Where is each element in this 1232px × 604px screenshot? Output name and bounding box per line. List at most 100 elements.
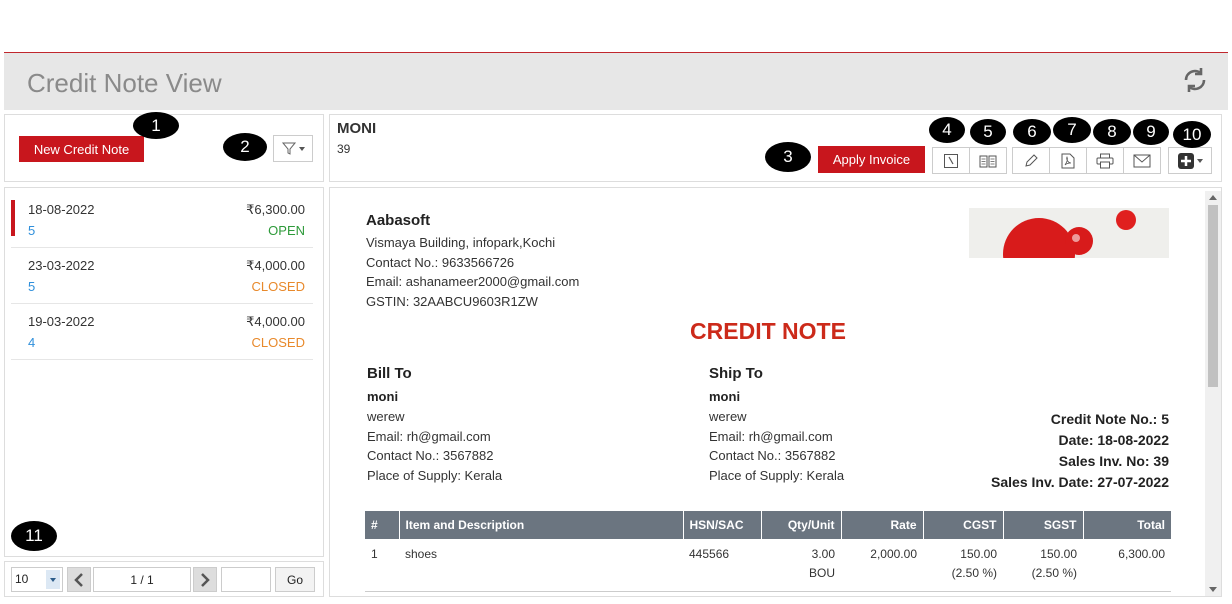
ship-to-line: werew <box>709 409 747 424</box>
page-size-select[interactable]: 10 <box>11 567 63 592</box>
page-info: 1 / 1 <box>93 567 191 592</box>
prev-page-button[interactable] <box>67 567 91 592</box>
pdf-icon <box>1061 153 1075 168</box>
list-item-number: 5 <box>28 279 36 294</box>
annotation-marker: 7 <box>1053 117 1091 143</box>
chevron-down-icon <box>46 570 60 589</box>
status-badge: OPEN <box>268 223 305 238</box>
credit-note-number: Credit Note No.: 5 <box>1050 411 1169 427</box>
company-contact: Contact No.: 9633566726 <box>366 255 515 270</box>
next-page-button[interactable] <box>193 567 217 592</box>
ship-to-heading: Ship To <box>709 365 763 382</box>
row-qty: 3.00 <box>811 547 835 561</box>
company-address: Vismaya Building, infopark,Kochi <box>366 235 556 250</box>
go-button[interactable]: Go <box>275 567 315 592</box>
list-item-date: 18-08-2022 <box>28 202 95 217</box>
row-hsn: 445566 <box>689 547 730 561</box>
filter-button[interactable] <box>273 135 313 162</box>
pagination: 10 1 / 1 Go <box>4 561 324 597</box>
col-header: Total <box>1083 511 1171 539</box>
document-title: CREDIT NOTE <box>690 318 846 344</box>
list-item-amount: ₹4,000.00 <box>246 314 305 329</box>
credit-note-document: Aabasoft Vismaya Building, infopark,Koch… <box>335 196 1201 596</box>
annotation-marker: 10 <box>1173 121 1211 148</box>
scroll-down-icon[interactable] <box>1209 587 1217 592</box>
col-header: CGST <box>923 511 1004 539</box>
refresh-icon[interactable] <box>1180 65 1210 95</box>
list-item-date: 23-03-2022 <box>28 258 95 273</box>
scrollbar-thumb[interactable] <box>1208 205 1218 387</box>
journal-button[interactable] <box>969 147 1007 174</box>
apply-invoice-button[interactable]: Apply Invoice <box>818 146 925 173</box>
bill-to-supply: Place of Supply: Kerala <box>367 468 503 483</box>
annotation-marker: 4 <box>929 117 965 143</box>
items-table: # Item and Description HSN/SAC Qty/Unit … <box>365 511 1171 589</box>
app: Credit Note View New Credit Note 18-08-2… <box>0 0 1232 604</box>
list-item[interactable]: 19-03-2022 ₹4,000.00 4 CLOSED <box>11 304 313 360</box>
status-badge: CLOSED <box>251 279 305 294</box>
sales-invoice-date: Sales Inv. Date: 27-07-2022 <box>991 474 1169 490</box>
clock-icon <box>944 153 958 168</box>
list-item-amount: ₹6,300.00 <box>246 202 305 217</box>
customer-sub: 39 <box>337 142 351 156</box>
chevron-left-icon <box>74 572 83 587</box>
chevron-down-icon <box>298 146 305 151</box>
print-button[interactable] <box>1086 147 1124 174</box>
table-header-row: # Item and Description HSN/SAC Qty/Unit … <box>365 511 1171 539</box>
list-item-number: 4 <box>28 335 36 350</box>
ship-to-email: Email: rh@gmail.com <box>709 429 833 444</box>
new-credit-note-button[interactable]: New Credit Note <box>19 136 144 162</box>
printer-icon <box>1096 153 1114 168</box>
list-item-amount: ₹4,000.00 <box>246 258 305 273</box>
document-scrollbar[interactable] <box>1205 191 1221 596</box>
bill-to-line: werew <box>367 409 405 424</box>
annotation-marker: 2 <box>223 133 267 161</box>
ship-to-contact: Contact No.: 3567882 <box>709 448 836 463</box>
company-logo <box>969 208 1169 258</box>
more-actions-button[interactable] <box>1168 147 1212 174</box>
table-bottom-rule <box>365 591 1171 592</box>
annotation-marker: 8 <box>1093 119 1131 145</box>
row-total: 6,300.00 <box>1118 547 1165 561</box>
status-badge: CLOSED <box>251 335 305 350</box>
customer-name: MONI <box>337 120 377 137</box>
col-header: SGST <box>1003 511 1084 539</box>
page-title: Credit Note View <box>27 68 222 98</box>
list-item[interactable]: 23-03-2022 ₹4,000.00 5 CLOSED <box>11 248 313 304</box>
col-header: Item and Description <box>399 511 684 539</box>
annotation-marker: 9 <box>1133 119 1169 145</box>
ship-to-supply: Place of Supply: Kerala <box>709 468 845 483</box>
plus-icon <box>1177 152 1194 169</box>
bill-to-heading: Bill To <box>367 365 412 382</box>
filter-icon <box>281 142 296 155</box>
annotation-marker: 6 <box>1013 119 1051 145</box>
annotation-marker: 5 <box>970 119 1006 145</box>
row-unit: BOU <box>808 566 835 580</box>
row-qty-cell: 3.00 BOU <box>761 539 841 589</box>
bill-to-email: Email: rh@gmail.com <box>367 429 491 444</box>
ship-to-name: moni <box>709 389 741 404</box>
row-rate: 2,000.00 <box>870 547 917 561</box>
edit-button[interactable] <box>1012 147 1050 174</box>
scroll-up-icon[interactable] <box>1209 195 1217 200</box>
company-email: Email: ashanameer2000@gmail.com <box>366 274 580 289</box>
email-button[interactable] <box>1123 147 1161 174</box>
col-header: Rate <box>841 511 924 539</box>
list-item-date: 19-03-2022 <box>28 314 95 329</box>
pdf-button[interactable] <box>1049 147 1087 174</box>
row-sgst-cell: 150.00 (2.50 %) <box>1003 539 1083 589</box>
annotation-marker: 1 <box>133 112 179 139</box>
bill-to-name: moni <box>367 389 399 404</box>
col-header: HSN/SAC <box>683 511 762 539</box>
history-button[interactable] <box>932 147 970 174</box>
row-cgst-cell: 150.00 (2.50 %) <box>923 539 1003 589</box>
list-item-number: 5 <box>28 223 36 238</box>
book-icon <box>979 155 997 167</box>
sales-invoice-number: Sales Inv. No: 39 <box>1058 453 1169 469</box>
row-cgst: 150.00 <box>960 547 997 561</box>
table-row: 1 shoes 445566 3.00 BOU 2,000.00 150.00 (2… <box>365 539 1171 589</box>
col-header: Qty/Unit <box>761 511 842 539</box>
row-sgst: 150.00 <box>1040 547 1077 561</box>
go-to-page-input[interactable] <box>221 567 271 592</box>
list-item[interactable]: 18-08-2022 ₹6,300.00 5 OPEN <box>11 192 313 248</box>
